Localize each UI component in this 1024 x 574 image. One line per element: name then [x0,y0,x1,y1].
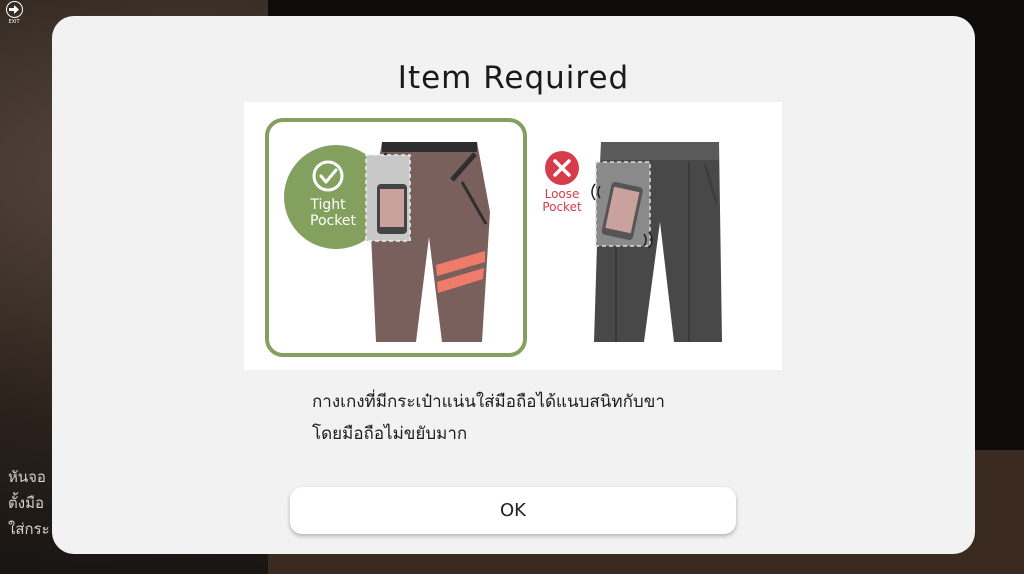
description-line: กางเกงที่มีกระเป๋าแน่นใส่มือถือได้แนบสนิ… [312,392,665,412]
dialog-title: Item Required [397,60,630,96]
exit-button[interactable]: EXIT [3,1,25,27]
ok-button[interactable]: OK [290,487,736,534]
background-text-line: ใส่กระ [8,520,50,538]
tight-label-line1: Tight [309,197,346,213]
exit-label: EXIT [8,19,20,25]
tight-label-line2: Pocket [310,213,356,229]
exit-arrow-icon [5,1,23,18]
loose-label-line1: Loose [545,187,580,201]
background-text-line: ตั้งมือ [8,494,44,512]
loose-label-line2: Pocket [542,200,582,214]
description-line: โดยมือถือไม่ขยับมาก [312,424,468,444]
pocket-illustration: Tight Pocket Loose Pocket [244,102,782,370]
background-text-line: หันจอ [8,468,46,486]
dialog-description: กางเกงที่มีกระเป๋าแน่นใส่มือถือได้แนบสนิ… [312,386,792,450]
item-required-dialog: Item Required Tight Pocket Loose Pocket … [52,16,975,554]
background-instruction-text: หันจอ ตั้งมือ ใส่กระ [8,464,50,542]
